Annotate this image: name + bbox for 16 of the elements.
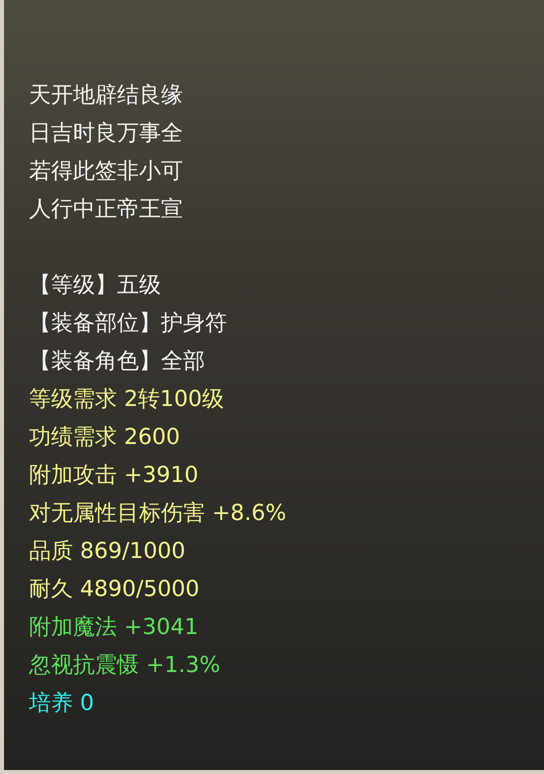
attribute-line: 附加魔法 +3041 (29, 614, 198, 642)
attribute-line: 【装备部位】护身符 (29, 310, 227, 338)
attribute-line: 品质 869/1000 (29, 538, 186, 566)
attribute-line: 等级需求 2转100级 (29, 386, 224, 414)
attribute-line: 培养 0 (29, 690, 94, 718)
attribute-line: 【等级】五级 (29, 272, 161, 300)
attribute-line: 对无属性目标伤害 +8.6% (29, 500, 286, 528)
attribute-line: 附加攻击 +3910 (29, 462, 198, 490)
poem-line: 天开地辟结良缘 (29, 82, 183, 110)
attribute-line: 忽视抗震慑 +1.3% (29, 652, 220, 680)
attribute-line: 耐久 4890/5000 (29, 576, 200, 604)
poem-line: 若得此签非小可 (29, 158, 183, 186)
poem-line: 日吉时良万事全 (29, 120, 183, 148)
poem-line: 人行中正帝王宣 (29, 196, 183, 224)
attribute-line: 【装备角色】全部 (29, 348, 205, 376)
attribute-line: 功绩需求 2600 (29, 424, 180, 452)
